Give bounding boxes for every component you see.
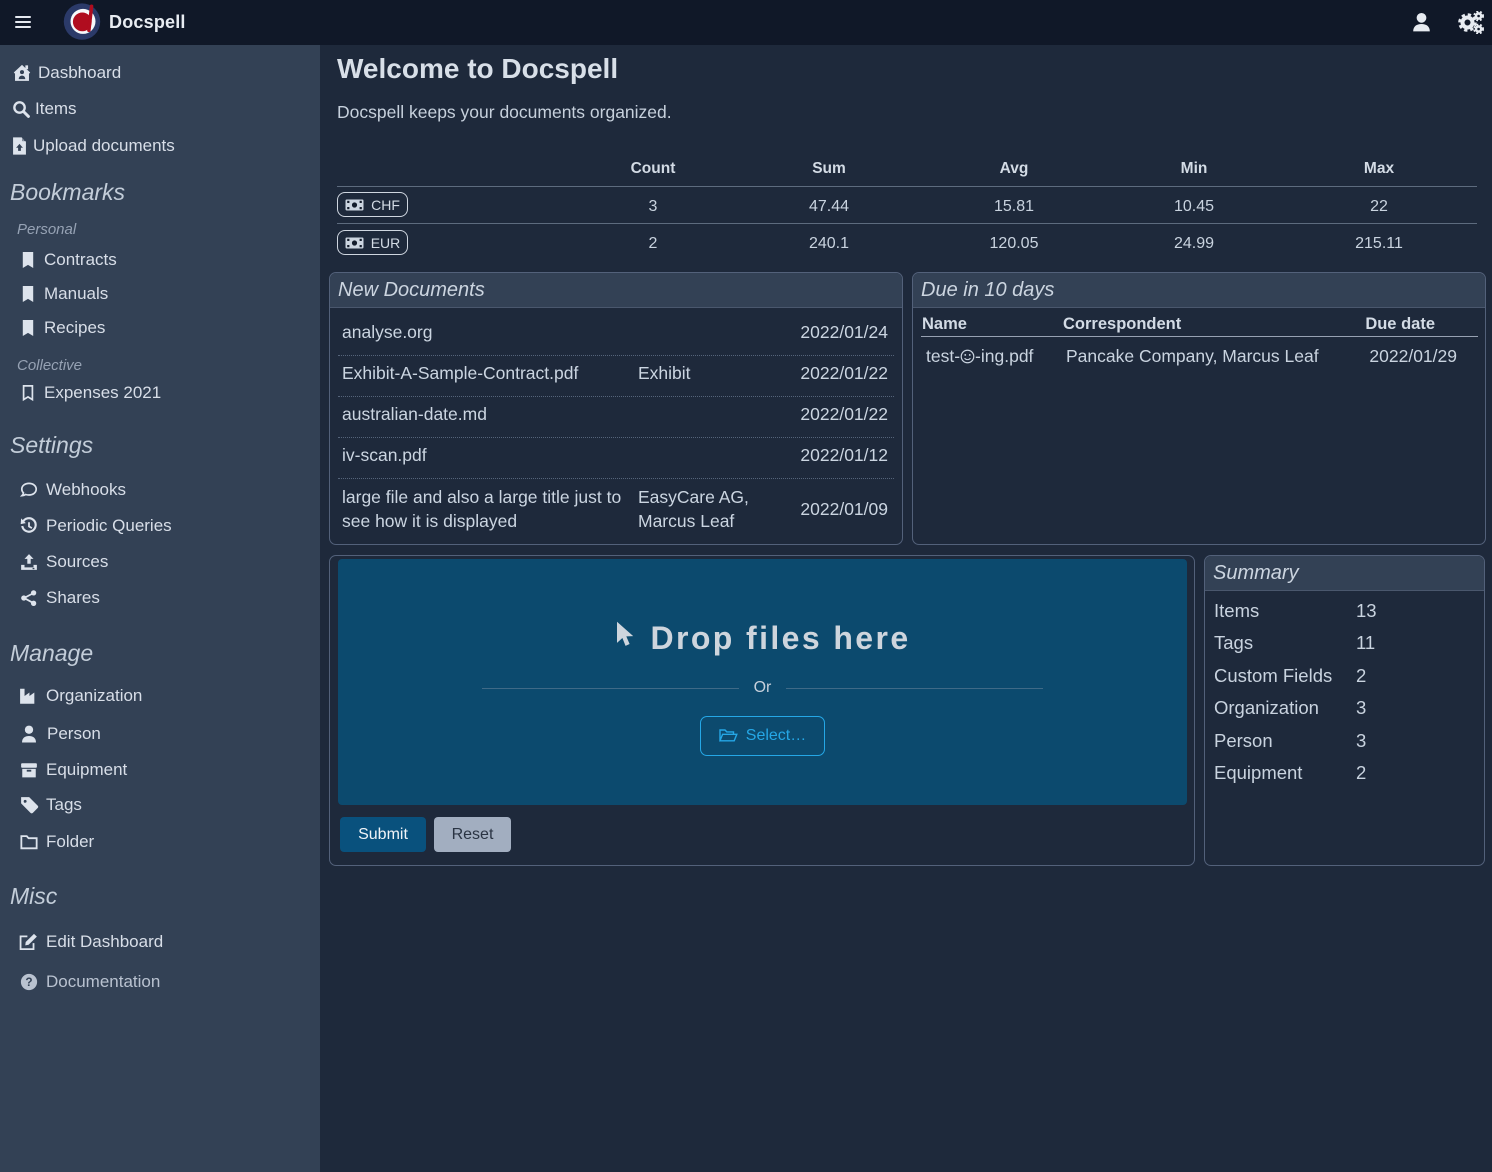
svg-text:?: ? xyxy=(25,975,32,989)
